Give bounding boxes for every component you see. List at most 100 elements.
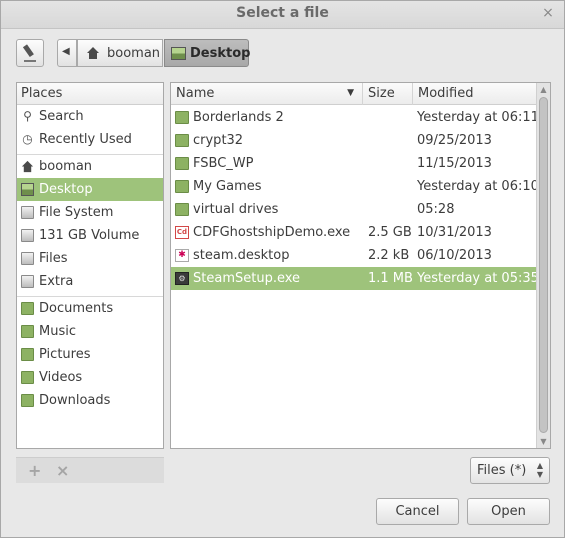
file-name: steam.desktop bbox=[193, 248, 290, 263]
folder-downloads-icon bbox=[21, 394, 34, 407]
drive-icon bbox=[21, 252, 34, 265]
place-downloads[interactable]: Downloads bbox=[17, 389, 163, 412]
pencil-icon bbox=[22, 44, 36, 62]
file-row[interactable]: Cd CDFGhostshipDemo.exe 2.5 GB 10/31/201… bbox=[171, 221, 536, 244]
place-label: Recently Used bbox=[39, 132, 132, 147]
folder-videos-icon bbox=[21, 371, 34, 384]
places-toolbar: + × bbox=[16, 457, 164, 483]
sort-descending-icon: ▼ bbox=[347, 88, 354, 98]
place-pictures[interactable]: Pictures bbox=[17, 343, 163, 366]
drive-icon bbox=[21, 275, 34, 288]
close-icon[interactable]: × bbox=[540, 5, 556, 21]
place-music[interactable]: Music bbox=[17, 320, 163, 343]
file-modified: Yesterday at 06:11 bbox=[417, 110, 539, 125]
filter-value: Files (*) bbox=[477, 463, 527, 478]
folder-icon bbox=[175, 111, 189, 124]
place-file-system[interactable]: File System bbox=[17, 201, 163, 224]
desktop-icon bbox=[21, 183, 34, 196]
drive-icon bbox=[21, 229, 34, 242]
folder-icon bbox=[175, 180, 189, 193]
column-modified[interactable]: Modified bbox=[413, 83, 538, 105]
folder-pictures-icon bbox=[21, 348, 34, 361]
scrollbar-thumb[interactable] bbox=[539, 97, 548, 433]
column-name-label: Name bbox=[176, 86, 215, 101]
place-label: 131 GB Volume bbox=[39, 228, 140, 243]
file-row[interactable]: ✱ steam.desktop 2.2 kB 06/10/2013 bbox=[171, 244, 536, 267]
file-list: Name ▼ Size Modified Borderlands 2 Yeste… bbox=[170, 82, 551, 449]
place-documents[interactable]: Documents bbox=[17, 297, 163, 320]
file-name: CDFGhostshipDemo.exe bbox=[193, 225, 351, 240]
column-name[interactable]: Name ▼ bbox=[171, 83, 363, 105]
file-row[interactable]: FSBC_WP 11/15/2013 bbox=[171, 152, 536, 175]
column-size[interactable]: Size bbox=[363, 83, 413, 105]
place-label: Downloads bbox=[39, 393, 111, 408]
place-home[interactable]: booman bbox=[17, 155, 163, 178]
place-label: Files bbox=[39, 251, 68, 266]
vertical-scrollbar[interactable]: ▲ ▼ bbox=[536, 83, 550, 448]
file-modified: Yesterday at 06:10 bbox=[417, 179, 539, 194]
titlebar: Select a file × bbox=[1, 1, 564, 29]
place-recently-used[interactable]: ◷ Recently Used bbox=[17, 128, 163, 151]
path-back-button[interactable]: ◀ bbox=[57, 39, 77, 67]
place-files[interactable]: Files bbox=[17, 247, 163, 270]
file-name: virtual drives bbox=[193, 202, 279, 217]
type-location-button[interactable] bbox=[16, 39, 44, 67]
folder-documents-icon bbox=[21, 302, 34, 315]
breadcrumb-home[interactable]: booman bbox=[77, 39, 163, 67]
place-search[interactable]: ⚲ Search bbox=[17, 105, 163, 128]
place-label: Desktop bbox=[39, 182, 93, 197]
desktop-icon bbox=[171, 47, 186, 60]
desktop-file-icon: ✱ bbox=[175, 249, 189, 262]
scroll-down-icon[interactable]: ▼ bbox=[539, 437, 548, 446]
file-name: FSBC_WP bbox=[193, 156, 254, 171]
file-row-selected[interactable]: ⚙ SteamSetup.exe 1.1 MB Yesterday at 05:… bbox=[171, 267, 539, 290]
place-extra[interactable]: Extra bbox=[17, 270, 163, 293]
clock-icon: ◷ bbox=[22, 132, 33, 146]
file-modified: 06/10/2013 bbox=[417, 248, 492, 263]
home-icon bbox=[21, 160, 34, 173]
file-modified: 10/31/2013 bbox=[417, 225, 492, 240]
remove-bookmark-button[interactable]: × bbox=[56, 461, 69, 480]
file-modified: 09/25/2013 bbox=[417, 133, 492, 148]
places-sidebar: Places ⚲ Search ◷ Recently Used booman D… bbox=[16, 82, 164, 449]
file-type-filter-select[interactable]: Files (*) ▲ ▼ bbox=[470, 457, 550, 484]
place-label: Extra bbox=[39, 274, 74, 289]
places-header[interactable]: Places bbox=[17, 83, 163, 105]
drive-icon bbox=[21, 206, 34, 219]
file-size: 1.1 MB bbox=[368, 271, 413, 286]
file-name: SteamSetup.exe bbox=[193, 271, 301, 286]
file-name: crypt32 bbox=[193, 133, 244, 148]
breadcrumb-desktop[interactable]: Desktop bbox=[164, 39, 251, 67]
scroll-up-icon[interactable]: ▲ bbox=[539, 85, 548, 94]
place-label: File System bbox=[39, 205, 114, 220]
open-button[interactable]: Open bbox=[467, 498, 550, 525]
place-videos[interactable]: Videos bbox=[17, 366, 163, 389]
home-icon bbox=[87, 47, 99, 59]
folder-icon bbox=[175, 203, 189, 216]
file-row[interactable]: My Games Yesterday at 06:10 bbox=[171, 175, 539, 198]
add-bookmark-button[interactable]: + bbox=[28, 461, 41, 480]
steam-icon: ⚙ bbox=[175, 272, 189, 285]
place-label: booman bbox=[39, 159, 93, 174]
breadcrumb-home-label: booman bbox=[107, 46, 161, 61]
breadcrumb-desktop-label: Desktop bbox=[190, 46, 251, 61]
place-131gb-volume[interactable]: 131 GB Volume bbox=[17, 224, 163, 247]
file-name: My Games bbox=[193, 179, 262, 194]
folder-music-icon bbox=[21, 325, 34, 338]
spinner-arrows-icon: ▲ ▼ bbox=[536, 461, 543, 479]
file-name: Borderlands 2 bbox=[193, 110, 284, 125]
file-modified: 05:28 bbox=[417, 202, 455, 217]
file-size: 2.2 kB bbox=[368, 248, 410, 263]
place-desktop[interactable]: Desktop bbox=[17, 178, 163, 201]
place-label: Videos bbox=[39, 370, 83, 385]
cancel-button[interactable]: Cancel bbox=[376, 498, 459, 525]
place-label: Music bbox=[39, 324, 76, 339]
file-rows: Borderlands 2 Yesterday at 06:11 crypt32… bbox=[171, 106, 539, 290]
chevron-left-icon: ◀ bbox=[62, 46, 70, 57]
file-row[interactable]: virtual drives 05:28 bbox=[171, 198, 536, 221]
file-modified: 11/15/2013 bbox=[417, 156, 492, 171]
place-label: Documents bbox=[39, 301, 114, 316]
file-row[interactable]: crypt32 09/25/2013 bbox=[171, 129, 536, 152]
file-chooser-dialog: Select a file × ◀ booman Desktop Places … bbox=[0, 0, 565, 538]
file-row[interactable]: Borderlands 2 Yesterday at 06:11 bbox=[171, 106, 539, 129]
